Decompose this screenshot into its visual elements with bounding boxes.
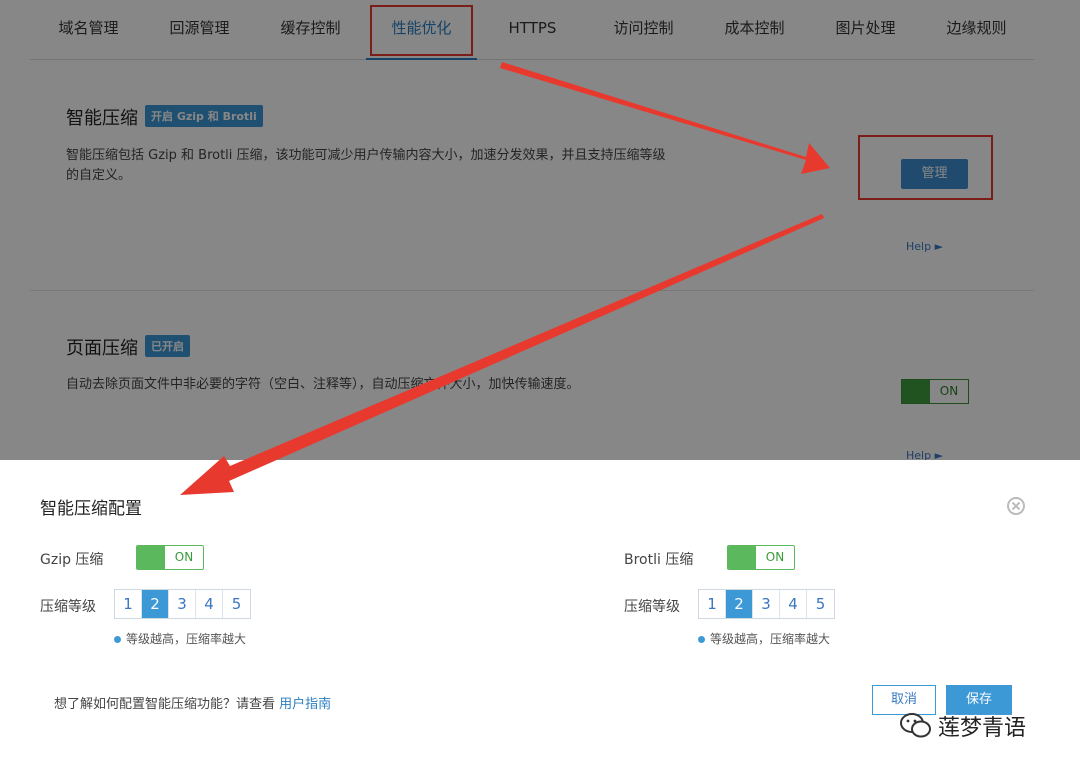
modal-backdrop[interactable]	[0, 0, 1080, 460]
close-icon[interactable]	[1007, 497, 1025, 515]
brotli-level-1[interactable]: 1	[699, 590, 726, 618]
toggle-on-label: ON	[765, 550, 785, 564]
guide-prompt: 想了解如何配置智能压缩功能？请查看 用户指南	[54, 693, 331, 712]
brotli-level-label: 压缩等级	[624, 599, 680, 615]
gzip-toggle[interactable]: ON	[136, 545, 204, 570]
gzip-level-selector: 1 2 3 4 5	[114, 589, 251, 619]
toggle-on-label: ON	[174, 550, 194, 564]
gzip-level-label: 压缩等级	[40, 599, 96, 615]
gzip-level-1[interactable]: 1	[115, 590, 142, 618]
gzip-level-4[interactable]: 4	[196, 590, 223, 618]
brotli-hint-text: 等级越高，压缩率越大	[710, 632, 831, 646]
brotli-level-2[interactable]: 2	[726, 590, 753, 618]
brotli-level-4[interactable]: 4	[780, 590, 807, 618]
bullet-dot-icon	[698, 636, 705, 643]
brotli-level-hint: 等级越高，压缩率越大	[698, 630, 830, 647]
watermark-text: 莲梦青语	[938, 716, 1027, 741]
guide-prompt-text: 想了解如何配置智能压缩功能？请查看	[54, 697, 276, 712]
modal-title: 智能压缩配置	[40, 499, 142, 519]
gzip-label: Gzip 压缩	[40, 552, 104, 568]
user-guide-link[interactable]: 用户指南	[279, 697, 331, 712]
brotli-toggle[interactable]: ON	[727, 545, 795, 570]
gzip-level-3[interactable]: 3	[169, 590, 196, 618]
brotli-level-3[interactable]: 3	[753, 590, 780, 618]
watermark: 莲梦青语	[900, 706, 1050, 746]
toggle-knob	[728, 546, 756, 569]
brotli-level-5[interactable]: 5	[807, 590, 834, 618]
brotli-level-selector: 1 2 3 4 5	[698, 589, 835, 619]
gzip-level-2[interactable]: 2	[142, 590, 169, 618]
wechat-logo-icon	[900, 713, 931, 738]
gzip-level-5[interactable]: 5	[223, 590, 250, 618]
bullet-dot-icon	[114, 636, 121, 643]
gzip-hint-text: 等级越高，压缩率越大	[126, 632, 247, 646]
brotli-label: Brotli 压缩	[624, 552, 694, 568]
toggle-knob	[137, 546, 165, 569]
gzip-level-hint: 等级越高，压缩率越大	[114, 630, 246, 647]
